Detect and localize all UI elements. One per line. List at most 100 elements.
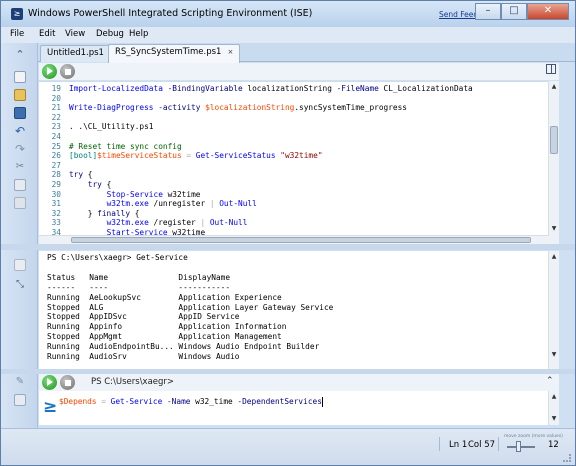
code-line[interactable]: 34 Start-Service w32time <box>39 228 549 235</box>
scroll-down-arrow-icon[interactable]: ▼ <box>550 225 558 233</box>
output-vertical-scrollbar[interactable]: ▲ ▼ <box>548 251 559 369</box>
zoom-caption: move zoom (more values) <box>504 434 563 439</box>
code-line[interactable]: 28 try { <box>39 170 549 180</box>
command-vertical-scrollbar[interactable]: ▲ ▼ <box>548 391 559 425</box>
window-title: Windows PowerShell Integrated Scripting … <box>28 8 313 19</box>
output-line: Stopped AppMgmt Application Management <box>47 332 282 342</box>
command-prompt-label: PS C:\Users\xaegr> <box>91 377 175 387</box>
command-token: Get-Service <box>110 397 163 406</box>
command-token: w32_time <box>195 397 233 406</box>
redo-icon[interactable]: ↷ <box>14 143 26 155</box>
code-text: try { <box>69 170 92 179</box>
line-number: 21 <box>51 103 61 113</box>
resize-grip-icon[interactable] <box>563 454 571 462</box>
code-line[interactable]: 22 <box>39 113 549 123</box>
scroll-up-arrow-icon[interactable]: ▲ <box>550 83 558 91</box>
zoom-slider[interactable] <box>507 446 535 448</box>
stop-icon[interactable] <box>60 64 75 79</box>
output-line: Status Name DisplayName <box>47 272 231 282</box>
code-token: = <box>181 151 196 161</box>
code-line[interactable]: 33 w32tm.exe /register | Out-Null <box>39 218 549 228</box>
clear-output-icon[interactable]: ⤡ <box>14 279 26 291</box>
editor-hscroll-thumb[interactable] <box>71 237 531 243</box>
code-token: CL_LocalizationData <box>383 84 473 93</box>
menu-debug[interactable]: Debug <box>96 29 124 39</box>
run-icon[interactable] <box>42 64 57 79</box>
line-number: 34 <box>51 228 61 235</box>
command-copy-icon[interactable] <box>14 394 26 406</box>
editor-scroll-thumb[interactable] <box>550 126 558 154</box>
code-text: [bool]$timeServiceStatus = Get-ServiceSt… <box>69 151 323 160</box>
code-token: Stop-Service <box>106 189 163 199</box>
undo-icon[interactable]: ↶ <box>14 125 26 137</box>
code-token: Import-LocalizedData <box>69 84 163 93</box>
script-editor[interactable]: 19 Import-LocalizedData -BindingVariable … <box>39 81 549 235</box>
scroll-up-arrow-icon[interactable]: ▲ <box>550 393 558 401</box>
command-input[interactable]: $Depends = Get-Service -Name w32_time -D… <box>59 397 323 407</box>
save-icon[interactable] <box>14 107 26 119</box>
code-line[interactable]: 32 } finally { <box>39 209 549 219</box>
code-text: Stop-Service w32time <box>69 189 201 199</box>
code-line[interactable]: 29 try { <box>39 180 549 190</box>
run-icon[interactable] <box>42 375 57 390</box>
code-token: Out-Null <box>214 199 257 209</box>
paste-icon[interactable] <box>14 197 26 209</box>
tab-untitled1[interactable]: Untitled1.ps1 <box>40 45 111 62</box>
code-token: -activity <box>153 103 206 113</box>
scroll-up-arrow-icon[interactable]: ▲ <box>550 253 558 261</box>
menu-edit[interactable]: Edit <box>39 29 55 39</box>
code-text: Start-Service w32time <box>69 228 206 235</box>
code-line[interactable]: 31 w32tm.exe /unregister | Out-Null <box>39 199 549 209</box>
command-pane-icon[interactable]: ✎ <box>14 376 26 388</box>
command-token: -Name <box>162 397 196 406</box>
code-line[interactable]: 23. .\CL_Utility.ps1 <box>39 122 549 132</box>
close-button[interactable]: ✕ <box>527 3 569 20</box>
output-line: Stopped AppIDSvc AppID Service <box>47 312 240 322</box>
code-line[interactable]: 19 Import-LocalizedData -BindingVariable … <box>39 84 549 94</box>
code-line[interactable]: 25 # Reset time sync config <box>39 142 549 152</box>
output-line: Running AeLookupSvc Application Experien… <box>47 292 282 302</box>
code-token: try <box>69 170 84 180</box>
code-text: w32tm.exe /unregister | Out-Null <box>69 199 257 208</box>
line-number: 19 <box>51 84 61 93</box>
code-line[interactable]: 30 Stop-Service w32time <box>39 190 549 200</box>
line-number: 29 <box>51 180 61 189</box>
tab-rs-syncsystemtime[interactable]: RS_SyncSystemTime.ps1 × <box>108 44 241 63</box>
editor-vertical-scrollbar[interactable]: ▲ ▼ <box>548 81 559 244</box>
code-token: Start-Service <box>106 228 168 235</box>
code-line[interactable]: 20 <box>39 94 549 104</box>
menu-help[interactable]: Help <box>129 29 148 39</box>
code-token: finally <box>97 208 131 218</box>
editor-horizontal-scrollbar[interactable] <box>39 235 549 244</box>
output-copy-icon[interactable] <box>14 259 26 271</box>
command-pane[interactable]: ≥ $Depends = Get-Service -Name w32_time … <box>39 391 549 425</box>
code-token: w32time <box>167 228 206 235</box>
zoom-slider-thumb[interactable] <box>516 441 521 452</box>
scroll-down-arrow-icon[interactable]: ▼ <box>550 415 558 423</box>
menu-view[interactable]: View <box>65 29 85 39</box>
menu-file[interactable]: File <box>10 29 24 39</box>
cut-icon[interactable]: ✂ <box>14 161 26 173</box>
stop-icon[interactable] <box>60 375 75 390</box>
line-number: 27 <box>51 160 61 170</box>
copy-icon[interactable] <box>14 179 26 191</box>
maximize-button[interactable]: □ <box>501 3 527 20</box>
code-line[interactable]: 26 [bool]$timeServiceStatus = Get-Service… <box>39 151 549 161</box>
new-file-icon[interactable] <box>14 71 26 83</box>
collapse-icon[interactable]: ⌃ <box>14 49 26 61</box>
collapse-command-pane-icon[interactable]: ⌃ <box>546 376 554 386</box>
split-view-icon[interactable] <box>546 64 556 74</box>
scroll-down-arrow-icon[interactable]: ▼ <box>550 351 558 359</box>
output-pane[interactable]: PS C:\Users\xaegr> Get-Service Status Nam… <box>39 251 549 369</box>
code-line[interactable]: 21 Write-DiagProgress -activity $localiza… <box>39 103 549 113</box>
minimize-button[interactable]: – <box>475 3 501 20</box>
code-token: { <box>83 170 93 180</box>
pane-splitter[interactable] <box>1 244 575 250</box>
tab-label: RS_SyncSystemTime.ps1 <box>115 47 222 57</box>
title-bar: ≥ Windows PowerShell Integrated Scriptin… <box>1 1 575 27</box>
open-file-icon[interactable] <box>14 89 26 101</box>
code-line[interactable]: 27 <box>39 161 549 171</box>
code-token: . <box>69 122 79 132</box>
code-line[interactable]: 24 <box>39 132 549 142</box>
tab-close-icon[interactable]: × <box>227 48 233 56</box>
